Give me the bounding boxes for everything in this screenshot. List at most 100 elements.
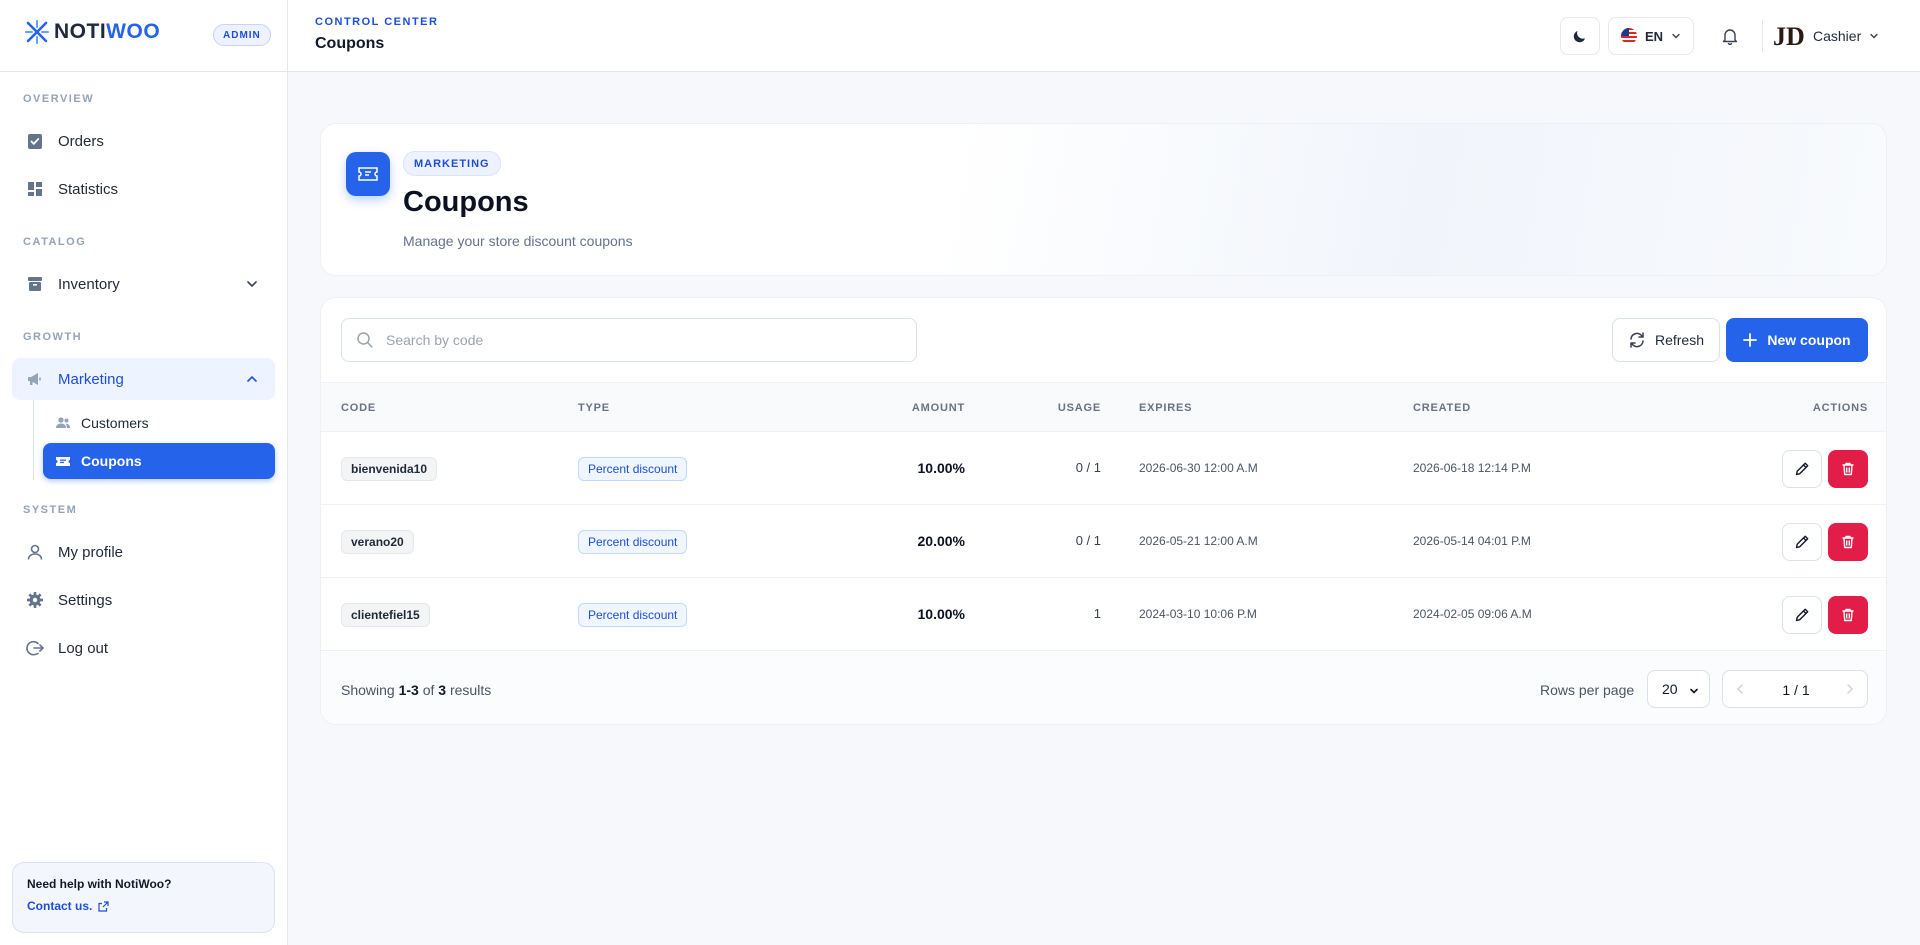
chevron-right-icon[interactable] xyxy=(1843,682,1857,696)
pencil-icon xyxy=(1795,535,1809,549)
column-header-code[interactable]: CODE xyxy=(341,402,376,414)
coupon-created: 2024-02-05 09:06 A.M xyxy=(1413,607,1532,621)
contact-link-label: Contact us. xyxy=(27,899,93,913)
column-header-usage[interactable]: USAGE xyxy=(1058,402,1101,414)
coupon-expires: 2024-03-10 10:06 P.M xyxy=(1139,607,1257,621)
table-row: verano20 Percent discount 20.00% 0 / 1 2… xyxy=(321,505,1886,578)
column-header-created[interactable]: CREATED xyxy=(1413,402,1471,414)
column-header-expires[interactable]: EXPIRES xyxy=(1139,402,1192,414)
coupon-code: verano20 xyxy=(341,530,414,554)
hero-title: Coupons xyxy=(403,186,529,218)
sidebar-item-statistics[interactable]: Statistics xyxy=(12,168,275,210)
delete-button[interactable] xyxy=(1828,450,1868,488)
trash-icon xyxy=(1842,462,1854,476)
sidebar: NOTIWOO ADMIN OVERVIEW Orders Statistics… xyxy=(0,0,288,945)
coupon-amount: 20.00% xyxy=(917,533,965,549)
sidebar-item-orders[interactable]: Orders xyxy=(12,120,275,162)
brand-name-highlight: WOO xyxy=(106,20,161,43)
language-selector[interactable]: EN xyxy=(1608,17,1694,55)
section-label-system: SYSTEM xyxy=(23,504,78,516)
sidebar-item-label: Statistics xyxy=(58,180,119,198)
column-header-type[interactable]: TYPE xyxy=(578,402,610,414)
breadcrumb: CONTROL CENTER xyxy=(315,16,439,28)
trash-icon xyxy=(1842,535,1854,549)
theme-toggle-button[interactable] xyxy=(1560,17,1600,55)
moon-icon xyxy=(1573,31,1585,43)
coupon-usage: 0 / 1 xyxy=(1075,533,1101,548)
help-title: Need help with NotiWoo? xyxy=(27,877,172,891)
search-input[interactable] xyxy=(386,332,886,348)
results-label: results xyxy=(449,682,492,698)
section-label-catalog: CATALOG xyxy=(23,236,87,248)
help-card: Need help with NotiWoo? Contact us. xyxy=(12,862,275,933)
submenu-guide xyxy=(33,400,34,480)
chevron-up-icon xyxy=(247,375,257,382)
bell-icon xyxy=(1722,29,1738,45)
coupon-code: clientefiel15 xyxy=(341,603,430,627)
table-row: bienvenida10 Percent discount 10.00% 0 /… xyxy=(321,432,1886,505)
new-coupon-label: New coupon xyxy=(1767,332,1851,348)
external-link-icon xyxy=(98,900,109,912)
new-coupon-button[interactable]: New coupon xyxy=(1726,318,1868,362)
results-summary: Showing 1-3 of 3 results xyxy=(341,682,491,698)
sidebar-item-marketing[interactable]: Marketing xyxy=(12,358,275,400)
sidebar-item-settings[interactable]: Settings xyxy=(12,579,275,621)
contact-link[interactable]: Contact us. xyxy=(27,899,260,913)
archive-icon xyxy=(26,275,44,293)
users-icon xyxy=(55,415,71,431)
sidebar-item-customers[interactable]: Customers xyxy=(43,405,275,441)
megaphone-icon xyxy=(26,370,44,388)
edit-button[interactable] xyxy=(1782,450,1822,488)
sidebar-item-my-profile[interactable]: My profile xyxy=(12,531,275,573)
language-label: EN xyxy=(1644,28,1664,44)
coupon-expires: 2026-05-21 12:00 A.M xyxy=(1139,534,1258,548)
rows-per-page-select[interactable]: 20 xyxy=(1647,670,1710,708)
sidebar-item-coupons[interactable]: Coupons xyxy=(43,443,275,479)
column-header-amount[interactable]: AMOUNT xyxy=(912,402,965,414)
coupon-created: 2026-06-18 12:14 P.M xyxy=(1413,461,1531,475)
edit-button[interactable] xyxy=(1782,523,1822,561)
sidebar-item-label: My profile xyxy=(58,543,124,561)
chevron-down-icon xyxy=(1870,33,1878,39)
divider xyxy=(1762,20,1763,52)
sidebar-item-label: Coupons xyxy=(81,453,142,469)
plus-icon xyxy=(1743,333,1758,347)
brand-name: NOTI xyxy=(54,20,107,43)
avatar: JD xyxy=(1773,22,1805,50)
sidebar-item-label: Log out xyxy=(58,639,109,657)
user-name: Cashier xyxy=(1813,28,1862,44)
coupon-type: Percent discount xyxy=(578,530,688,554)
pencil-icon xyxy=(1795,462,1809,476)
edit-button[interactable] xyxy=(1782,596,1822,634)
coupon-code: bienvenida10 xyxy=(341,457,438,481)
delete-button[interactable] xyxy=(1828,523,1868,561)
sidebar-item-label: Orders xyxy=(58,132,104,150)
user-icon xyxy=(26,543,44,561)
notifications-button[interactable] xyxy=(1711,17,1749,55)
showing-prefix: Showing xyxy=(341,682,395,698)
pagination: 1 / 1 xyxy=(1722,670,1868,708)
delete-button[interactable] xyxy=(1828,596,1868,634)
divider xyxy=(0,71,287,72)
dashboard-grid-icon xyxy=(26,180,44,198)
sidebar-item-log-out[interactable]: Log out xyxy=(12,627,275,669)
search-box xyxy=(341,318,917,362)
sidebar-item-label: Settings xyxy=(58,591,113,609)
coupon-expires: 2026-06-30 12:00 A.M xyxy=(1139,461,1258,475)
logo-icon xyxy=(25,20,49,44)
brand-logo[interactable]: NOTIWOO xyxy=(24,18,160,46)
coupon-type: Percent discount xyxy=(578,457,688,481)
coupon-amount: 10.00% xyxy=(917,606,965,622)
logout-icon xyxy=(26,639,44,657)
refresh-button[interactable]: Refresh xyxy=(1612,318,1720,362)
results-total: 3 xyxy=(438,682,447,698)
rows-per-page-label: Rows per page xyxy=(1540,682,1635,698)
ticket-icon xyxy=(55,453,71,469)
refresh-icon xyxy=(1630,332,1644,348)
clipboard-check-icon xyxy=(26,132,44,150)
page-title: Coupons xyxy=(315,35,385,52)
section-label-overview: OVERVIEW xyxy=(23,93,95,105)
coupon-amount: 10.00% xyxy=(917,460,965,476)
user-menu[interactable]: JD Cashier xyxy=(1773,18,1879,54)
sidebar-item-inventory[interactable]: Inventory xyxy=(12,263,275,305)
